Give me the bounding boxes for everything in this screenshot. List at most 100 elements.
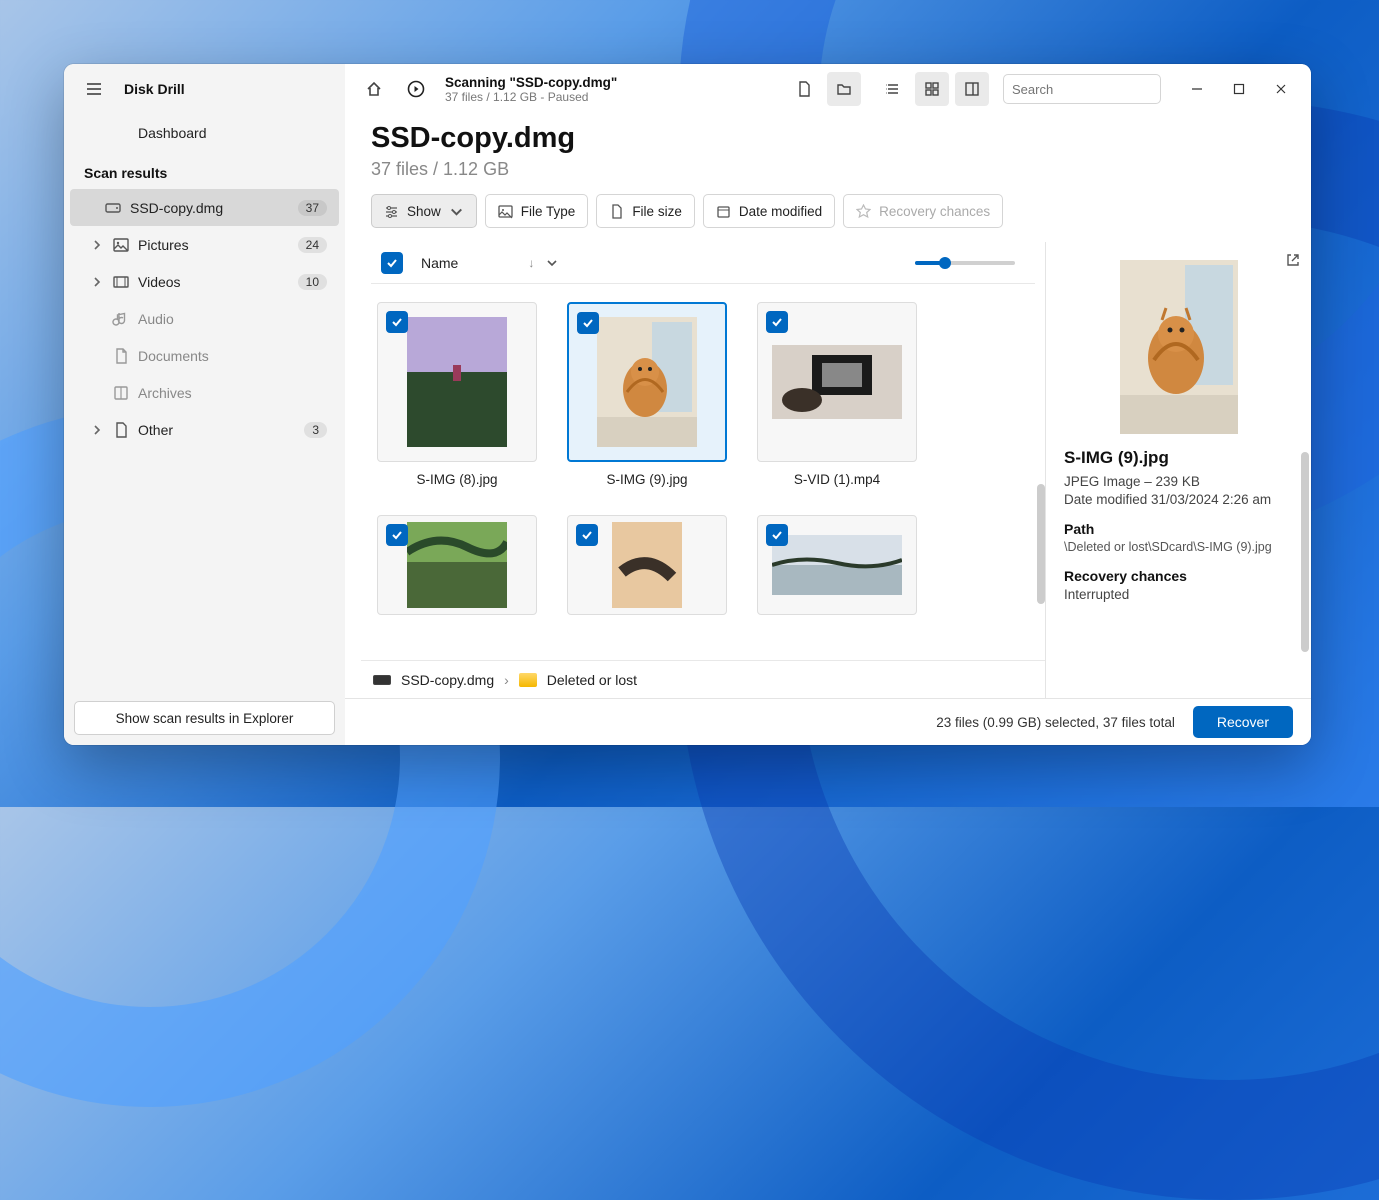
- view-panel-button[interactable]: [955, 72, 989, 106]
- folder-icon: [519, 673, 537, 687]
- sidebar-item-pictures[interactable]: Pictures 24: [70, 226, 339, 263]
- minimize-button[interactable]: [1179, 74, 1215, 104]
- sidebar-item-other[interactable]: Other 3: [70, 411, 339, 448]
- file-thumb[interactable]: [567, 302, 727, 462]
- breadcrumb-root[interactable]: SSD-copy.dmg: [401, 672, 494, 688]
- close-button[interactable]: [1263, 74, 1299, 104]
- sidebar-item-audio[interactable]: Audio: [70, 300, 339, 337]
- maximize-button[interactable]: [1221, 74, 1257, 104]
- view-folder-button[interactable]: [827, 72, 861, 106]
- breadcrumb: SSD-copy.dmg › Deleted or lost: [361, 660, 1045, 698]
- file-checkbox[interactable]: [766, 311, 788, 333]
- list-header: Name ↓: [371, 242, 1035, 284]
- file-thumb[interactable]: [757, 515, 917, 615]
- detail-type-size: JPEG Image – 239 KB: [1064, 474, 1293, 489]
- detail-recovery-label: Recovery chances: [1064, 568, 1293, 584]
- show-in-explorer-button[interactable]: Show scan results in Explorer: [74, 701, 335, 735]
- filter-file-type[interactable]: File Type: [485, 194, 589, 228]
- play-icon: [407, 80, 425, 98]
- filter-file-size[interactable]: File size: [596, 194, 695, 228]
- chip-label: Show: [407, 204, 441, 219]
- image-thumbnail: [612, 522, 682, 608]
- file-thumb[interactable]: [757, 302, 917, 462]
- chevron-right-icon: [90, 423, 104, 437]
- filter-recovery-chances[interactable]: Recovery chances: [843, 194, 1003, 228]
- filter-show[interactable]: Show: [371, 194, 477, 228]
- sidebar-item-videos[interactable]: Videos 10: [70, 263, 339, 300]
- sort-down-icon: ↓: [528, 256, 534, 270]
- view-list-button[interactable]: [875, 72, 909, 106]
- status-subtitle: 37 files / 1.12 GB - Paused: [445, 90, 617, 104]
- detail-date-modified: Date modified 31/03/2024 2:26 am: [1064, 492, 1293, 507]
- page-subtitle: 37 files / 1.12 GB: [371, 159, 1285, 180]
- hamburger-menu[interactable]: [80, 75, 108, 103]
- file-checkbox[interactable]: [576, 524, 598, 546]
- file-thumb[interactable]: [567, 515, 727, 615]
- app-window: Disk Drill Dashboard Scan results SSD-co…: [64, 64, 1311, 745]
- open-external-button[interactable]: [1285, 252, 1301, 268]
- check-icon: [390, 315, 404, 329]
- star-icon: [856, 204, 871, 219]
- column-dropdown[interactable]: [546, 257, 558, 269]
- check-icon: [580, 528, 594, 542]
- detail-path: \Deleted or lost\SDcard\S-IMG (9).jpg: [1064, 540, 1293, 554]
- chevron-down-icon: [546, 257, 558, 269]
- main-area: Scanning "SSD-copy.dmg" 37 files / 1.12 …: [345, 64, 1311, 745]
- chevron-right-icon: ›: [504, 672, 509, 688]
- column-name[interactable]: Name ↓: [415, 255, 534, 271]
- app-title: Disk Drill: [124, 81, 185, 97]
- sidebar-item-dashboard[interactable]: Dashboard: [70, 114, 339, 151]
- file-checkbox[interactable]: [386, 311, 408, 333]
- file-thumb[interactable]: [377, 515, 537, 615]
- view-grid-button[interactable]: [915, 72, 949, 106]
- topbar: Scanning "SSD-copy.dmg" 37 files / 1.12 …: [345, 64, 1311, 114]
- home-icon: [365, 80, 383, 98]
- list-icon: [884, 81, 900, 97]
- sidebar-item-label: Documents: [138, 348, 327, 364]
- sidebar-item-label: Archives: [138, 385, 327, 401]
- file-checkbox[interactable]: [386, 524, 408, 546]
- chevron-right-icon: [90, 275, 104, 289]
- filter-row: Show File Type File size Date modified R…: [345, 190, 1311, 242]
- column-label: Name: [421, 255, 458, 271]
- filter-date-modified[interactable]: Date modified: [703, 194, 835, 228]
- page-title: SSD-copy.dmg: [371, 122, 1285, 155]
- chip-label: Recovery chances: [879, 204, 990, 219]
- chevron-down-icon: [449, 204, 464, 219]
- zoom-slider[interactable]: [915, 261, 1015, 265]
- breadcrumb-leaf[interactable]: Deleted or lost: [547, 672, 637, 688]
- dashboard-icon: [106, 124, 124, 142]
- image-thumbnail: [407, 317, 507, 447]
- file-icon: [609, 204, 624, 219]
- sidebar-item-label: Dashboard: [138, 125, 207, 141]
- image-thumbnail: [597, 317, 697, 447]
- home-button[interactable]: [357, 72, 391, 106]
- search-input[interactable]: [1012, 82, 1188, 97]
- play-resume-button[interactable]: [399, 72, 433, 106]
- check-icon: [390, 528, 404, 542]
- sidebar-item-label: Audio: [138, 311, 327, 327]
- sidebar-item-ssd-copy[interactable]: SSD-copy.dmg 37: [70, 189, 339, 226]
- disk-icon: [104, 199, 122, 217]
- file-checkbox[interactable]: [766, 524, 788, 546]
- sidebar-item-archives[interactable]: Archives: [70, 374, 339, 411]
- file-thumb[interactable]: [377, 302, 537, 462]
- image-thumbnail: [407, 522, 507, 608]
- file-icon: [112, 421, 130, 439]
- detail-recovery: Interrupted: [1064, 587, 1293, 602]
- recover-button[interactable]: Recover: [1193, 706, 1293, 738]
- scrollbar[interactable]: [1301, 452, 1309, 652]
- chip-label: File Type: [521, 204, 576, 219]
- file-checkbox[interactable]: [577, 312, 599, 334]
- search-box[interactable]: [1003, 74, 1161, 104]
- video-icon: [112, 273, 130, 291]
- sidebar-item-label: Other: [138, 422, 296, 438]
- slider-knob[interactable]: [939, 257, 951, 269]
- scrollbar[interactable]: [1037, 484, 1045, 604]
- view-file-button[interactable]: [787, 72, 821, 106]
- picture-icon: [112, 236, 130, 254]
- sidebar-item-documents[interactable]: Documents: [70, 337, 339, 374]
- file-icon: [796, 81, 812, 97]
- select-all-checkbox[interactable]: [381, 252, 403, 274]
- sidebar-item-label: Videos: [138, 274, 290, 290]
